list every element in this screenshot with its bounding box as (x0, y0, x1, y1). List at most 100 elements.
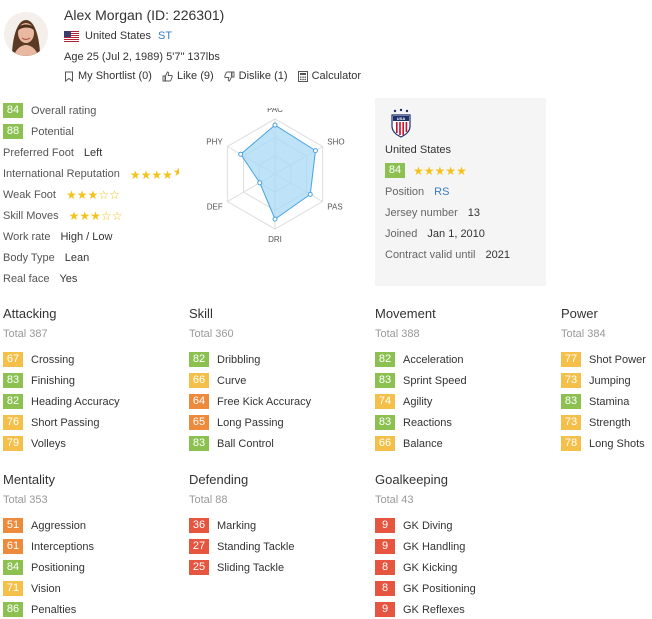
star-full-icon: ★ (151, 168, 163, 182)
section-attacking: Attacking Total 387 67 Crossing 83 Finishing 8… (3, 305, 183, 454)
joined-value: Jan 1, 2010 (427, 228, 485, 240)
attribute-row: 77 Shot Power (561, 349, 651, 370)
section-skill: Skill Total 360 82 Dribbling 66 Curve 64 Free K… (189, 305, 369, 454)
attribute-row: 8 GK Positioning (375, 578, 555, 599)
attribute-value-badge: 51 (3, 518, 23, 533)
section-movement: Movement Total 388 82 Acceleration 83 Sprint … (375, 305, 555, 454)
team-name[interactable]: United States (385, 144, 451, 156)
real-face-value: Yes (59, 272, 78, 285)
attribute-name: GK Reflexes (403, 603, 465, 616)
potential-badge: 88 (3, 124, 23, 139)
attribute-name: Positioning (31, 561, 85, 574)
attribute-row: 51 Aggression (3, 515, 183, 536)
attribute-name: Long Passing (217, 416, 284, 429)
attribute-value-badge: 82 (3, 394, 23, 409)
attribute-name: Strength (589, 416, 631, 429)
skill-moves-stars: ★★★☆☆ (69, 209, 123, 223)
player-info-list: 84 Overall rating 88 Potential Preferred… (3, 100, 193, 289)
attribute-name: Stamina (589, 395, 630, 408)
radar-label-sho: SHO (327, 138, 344, 147)
attribute-value-badge: 8 (375, 581, 395, 596)
section-mentality: Mentality Total 353 51 Aggression 61 Intercep… (3, 471, 183, 619)
attribute-value-badge: 8 (375, 560, 395, 575)
attribute-row: 76 Short Passing (3, 412, 183, 433)
shortlist-button[interactable]: My Shortlist (0) (64, 70, 152, 82)
thumbs-up-icon (162, 71, 173, 81)
attribute-name: Dribbling (217, 353, 261, 366)
attribute-value-badge: 66 (375, 436, 395, 451)
attribute-name: Jumping (589, 374, 631, 387)
joined-label: Joined (385, 228, 418, 240)
attribute-row: 61 Interceptions (3, 536, 183, 557)
skill-moves-row: Skill Moves ★★★☆☆ (3, 205, 193, 226)
calculator-icon (297, 70, 308, 82)
radar-label-def: DEF (207, 203, 223, 212)
attribute-value-badge: 83 (375, 373, 395, 388)
radar-point-pac (272, 122, 278, 128)
attribute-row: 83 Finishing (3, 370, 183, 391)
attribute-row: 8 GK Kicking (375, 557, 555, 578)
attribute-row: 71 Vision (3, 578, 183, 599)
attribute-value-badge: 84 (3, 560, 23, 575)
star-full-icon: ★ (76, 187, 88, 202)
attribute-name: Balance (403, 437, 443, 450)
attribute-row: 86 Penalties (3, 599, 183, 619)
attribute-name: Standing Tackle (217, 540, 295, 553)
star-full-icon: ★ (79, 208, 91, 223)
attribute-row: 83 Stamina (561, 391, 651, 412)
star-full-icon: ★ (423, 163, 435, 178)
attribute-name: Short Passing (31, 416, 100, 429)
attribute-value-badge: 61 (3, 539, 23, 554)
radar-area (240, 124, 317, 220)
contract-value: 2021 (485, 249, 510, 261)
star-full-icon: ★ (456, 163, 467, 178)
contract-label: Contract valid until (385, 249, 476, 261)
country-name[interactable]: United States (85, 30, 151, 42)
attribute-row: 67 Crossing (3, 349, 183, 370)
international-reputation-label: International Reputation (3, 167, 120, 180)
attribute-row: 83 Ball Control (189, 433, 369, 454)
attribute-value-badge: 9 (375, 518, 395, 533)
section-defending: Defending Total 88 36 Marking 27 Standing Tac… (189, 471, 369, 578)
player-avatar (4, 12, 48, 56)
attribute-name: GK Handling (403, 540, 466, 553)
attribute-row: 25 Sliding Tackle (189, 557, 369, 578)
potential-row: 88 Potential (3, 121, 193, 142)
attribute-name: Vision (31, 582, 61, 595)
section-title: Defending (189, 472, 249, 487)
real-face-row: Real face Yes (3, 268, 193, 289)
star-empty-icon: ☆ (109, 187, 120, 202)
radar-label-phy: PHY (206, 138, 223, 147)
team-position-value[interactable]: RS (434, 186, 449, 198)
like-label: Like (9) (176, 70, 214, 82)
attribute-row: 73 Jumping (561, 370, 651, 391)
section-total: Total 387 (3, 328, 48, 340)
attribute-name: Agility (403, 395, 433, 408)
star-full-icon: ★ (129, 168, 141, 182)
star-full-icon: ★ (413, 163, 424, 178)
star-full-icon: ★ (87, 187, 99, 202)
section-total: Total 384 (561, 328, 606, 340)
radar-label-dri: DRI (268, 235, 282, 244)
attribute-value-badge: 73 (561, 415, 581, 430)
preferred-foot-value: Left (83, 146, 103, 159)
position-link[interactable]: ST (158, 30, 172, 42)
weak-foot-stars: ★★★☆☆ (66, 188, 120, 202)
overall-rating-badge: 84 (3, 103, 23, 118)
section-goalkeeping: Goalkeeping Total 43 9 GK Diving 9 GK Handlin… (375, 471, 555, 619)
attribute-name: Reactions (403, 416, 452, 429)
like-button[interactable]: Like (9) (162, 70, 214, 82)
attribute-value-badge: 82 (189, 352, 209, 367)
attribute-value-badge: 83 (3, 373, 23, 388)
preferred-foot-label: Preferred Foot (3, 146, 74, 159)
star-empty-icon: ☆ (98, 187, 110, 202)
dislike-button[interactable]: Dislike (1) (223, 70, 288, 82)
section-title: Attacking (3, 306, 57, 321)
star-full-icon: ★ (68, 208, 80, 223)
attribute-value-badge: 86 (3, 602, 23, 617)
attribute-value-badge: 76 (3, 415, 23, 430)
section-total: Total 88 (189, 494, 228, 506)
calculator-button[interactable]: Calculator (297, 70, 361, 82)
player-meta: Age 25 (Jul 2, 1989) 5'7" 137lbs (64, 51, 220, 63)
radar-point-def (257, 180, 263, 186)
